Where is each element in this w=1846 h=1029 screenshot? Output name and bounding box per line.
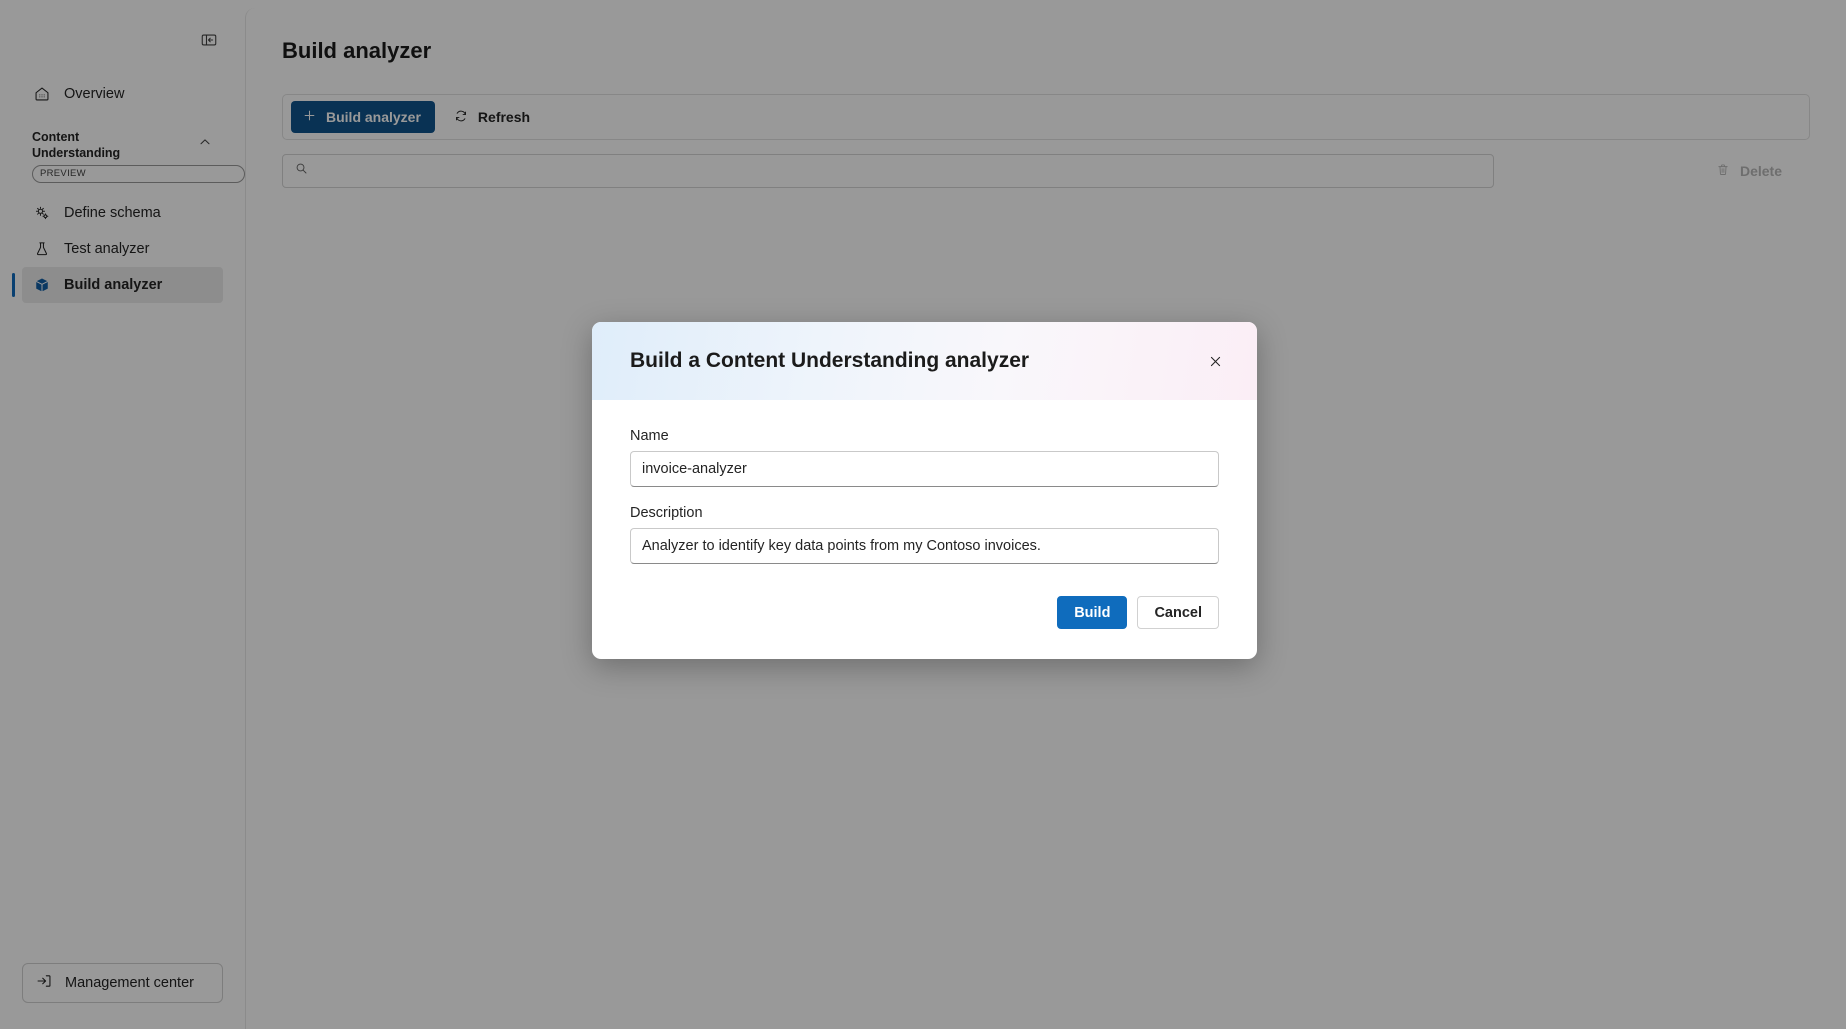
dialog-body: Name Description bbox=[592, 400, 1257, 564]
dialog-footer: Build Cancel bbox=[592, 582, 1257, 659]
app-root: Overview Content Understanding PREVIEW D… bbox=[0, 0, 1846, 1029]
description-input[interactable] bbox=[630, 528, 1219, 564]
description-field-group: Description bbox=[630, 505, 1219, 564]
name-input[interactable] bbox=[630, 451, 1219, 487]
dialog-cancel-button[interactable]: Cancel bbox=[1137, 596, 1219, 629]
close-icon[interactable] bbox=[1199, 345, 1231, 377]
name-field-group: Name bbox=[630, 428, 1219, 487]
dialog-title: Build a Content Understanding analyzer bbox=[630, 349, 1030, 372]
name-label: Name bbox=[630, 428, 669, 444]
dialog-header: Build a Content Understanding analyzer bbox=[592, 322, 1257, 400]
build-analyzer-dialog: Build a Content Understanding analyzer N… bbox=[592, 322, 1257, 659]
description-label: Description bbox=[630, 505, 703, 521]
dialog-build-button[interactable]: Build bbox=[1057, 596, 1128, 629]
